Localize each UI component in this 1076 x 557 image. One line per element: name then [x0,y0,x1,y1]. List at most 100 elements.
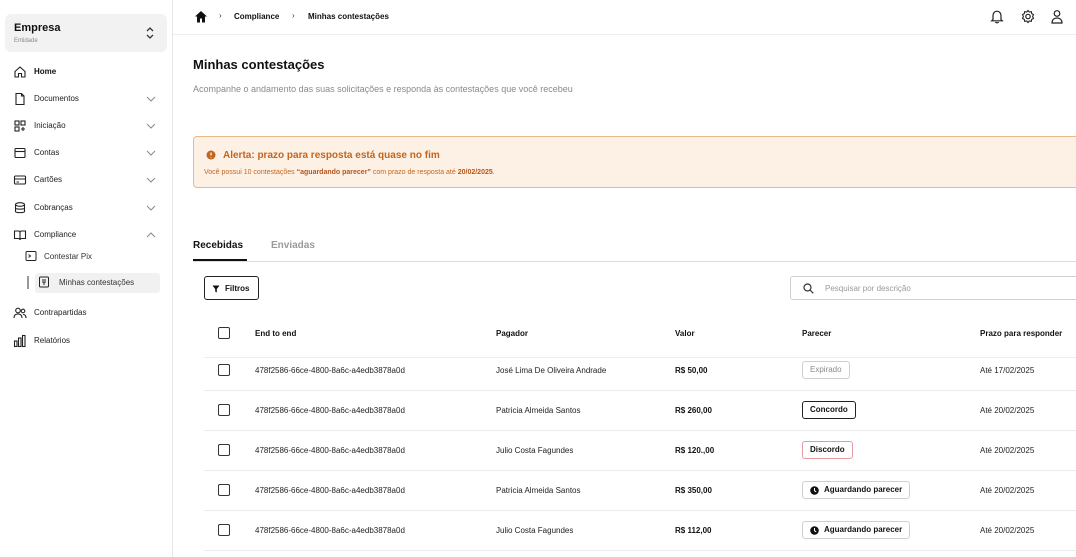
table-row[interactable]: 478f2586-66ce-4800-8a6c-a4edb3878a0d Jul… [204,511,1076,551]
search-icon [803,283,814,294]
table-row[interactable]: 478f2586-66ce-4800-8a6c-a4edb3878a0d Pat… [204,471,1076,511]
prazo-date: Até 20/02/2025 [980,526,1035,535]
status-badge-label: Aguardando parecer [824,525,903,534]
deadline-alert: Alerta: prazo para resposta está quase n… [193,136,1076,188]
sidebar-item-cartoes[interactable]: Cartões [0,170,173,190]
end-to-end-id: 478f2586-66ce-4800-8a6c-a4edb3878a0d [255,486,405,495]
book-icon [13,230,27,241]
column-header-prazo[interactable]: Prazo para responder [980,329,1062,338]
status-badge-label: Discordo [810,445,845,454]
pagador-name: José Lima De Oliveira Andrade [496,366,607,375]
sidebar-item-iniciacao[interactable]: Iniciação [0,116,173,136]
pagador-name: Patricia Almeida Santos [496,486,581,495]
prazo-date: Até 20/02/2025 [980,486,1035,495]
chevron-up-down-icon [146,27,154,39]
chevron-up-icon [146,232,156,238]
table-row[interactable]: 478f2586-66ce-4800-8a6c-a4edb3878a0d Jul… [204,431,1076,471]
column-header-pagador[interactable]: Pagador [496,329,528,338]
tab-enviadas[interactable]: Enviadas [271,240,315,251]
terminal-icon [25,251,37,261]
company-subtitle: Entidade [14,38,38,44]
end-to-end-id: 478f2586-66ce-4800-8a6c-a4edb3878a0d [255,406,405,415]
active-tab-underline [193,259,247,261]
table-row[interactable]: 478f2586-66ce-4800-8a6c-a4edb3878a0d Jos… [204,351,1076,391]
company-name: Empresa [14,22,61,34]
valor-amount: R$ 112,00 [675,526,712,535]
alert-title: Alerta: prazo para resposta está quase n… [223,150,440,161]
bell-icon[interactable] [990,9,1004,24]
sidebar-subitem-minhas-contestacoes[interactable]: Minhas contestações [35,273,160,293]
search-input[interactable] [825,282,1065,295]
chevron-down-icon [146,205,156,211]
grid-icon [14,120,26,132]
status-badge: Concordo [802,401,856,419]
alert-text-middle: com prazo de resposta até [370,169,458,176]
alert-text-end: . [492,169,495,176]
breadcrumb-item[interactable]: Compliance [234,12,279,21]
filters-button[interactable]: Filtros [204,276,259,300]
status-badge: Aguardando parecer [802,481,911,499]
row-checkbox[interactable] [218,524,230,536]
company-selector[interactable]: Empresa Entidade [5,14,167,52]
chevron-right-icon: › [219,11,222,20]
sidebar-item-label: Contas [34,148,60,157]
valor-amount: R$ 260,00 [675,406,712,415]
column-header-valor[interactable]: Valor [675,329,695,338]
chevron-down-icon [146,123,156,129]
end-to-end-id: 478f2586-66ce-4800-8a6c-a4edb3878a0d [255,446,405,455]
chevron-down-icon [146,96,156,102]
page-subtitle: Acompanhe o andamento das suas solicitaç… [193,84,573,94]
user-icon[interactable] [1050,9,1064,24]
top-bar: › Compliance › Minhas contestações [173,0,1076,35]
sidebar-item-contas[interactable]: Contas [0,143,173,163]
column-header-parecer[interactable]: Parecer [802,329,831,338]
alert-dot-icon [206,150,216,160]
search-box[interactable] [790,276,1076,300]
select-all-checkbox[interactable] [218,327,230,339]
home-icon[interactable] [194,10,208,23]
row-checkbox[interactable] [218,364,230,376]
pagador-name: Patricia Almeida Santos [496,406,581,415]
column-header-end-to-end[interactable]: End to end [255,329,296,338]
sidebar-item-label: Documentos [34,94,79,103]
table-row[interactable]: 478f2586-66ce-4800-8a6c-a4edb3878a0d Pat… [204,391,1076,431]
tab-recebidas[interactable]: Recebidas [193,240,243,251]
gear-icon[interactable] [1021,9,1035,24]
clock-icon [810,526,819,535]
alert-text-start: Você possui 10 contestações [204,169,297,176]
sidebar-item-contrapartidas[interactable]: Contrapartidas [0,303,173,323]
row-checkbox[interactable] [218,444,230,456]
sidebar-item-documentos[interactable]: Documentos [0,89,173,109]
prazo-date: Até 20/02/2025 [980,406,1035,415]
status-badge-label: Concordo [810,405,848,414]
sidebar-subitem-contestar-pix[interactable]: Contestar Pix [22,247,162,267]
valor-amount: R$ 350,00 [675,486,712,495]
sidebar-item-label: Home [34,67,57,76]
home-icon [14,66,26,78]
sidebar-item-relatorios[interactable]: Relatórios [0,331,173,351]
row-checkbox[interactable] [218,484,230,496]
status-badge: Expirado [802,361,850,379]
end-to-end-id: 478f2586-66ce-4800-8a6c-a4edb3878a0d [255,366,405,375]
chevron-down-icon [146,150,156,156]
breadcrumb-current: Minhas contestações [308,12,389,21]
status-badge: Discordo [802,441,853,459]
coins-icon [14,202,26,214]
alert-text: Você possui 10 contestações “aguardando … [204,169,495,176]
sidebar: Empresa Entidade Home Documentos Iniciaç… [0,0,173,557]
document-icon [15,92,25,106]
prazo-date: Até 20/02/2025 [980,446,1035,455]
valor-amount: R$ 50,00 [675,366,708,375]
alert-text-date: 20/02/2025 [457,169,493,176]
pagador-name: Julio Costa Fagundes [496,446,574,455]
sidebar-item-label: Iniciação [34,121,66,130]
sidebar-item-compliance[interactable]: Compliance [0,225,173,245]
valor-amount: R$ 120.,00 [675,446,715,455]
card-icon [13,175,27,185]
page-title: Minhas contestações [193,57,325,72]
row-checkbox[interactable] [218,404,230,416]
sidebar-item-home[interactable]: Home [0,62,173,82]
clock-icon [810,486,819,495]
sidebar-item-cobrancas[interactable]: Cobranças [0,198,173,218]
alert-text-highlight: “aguardando parecer” [296,169,371,176]
